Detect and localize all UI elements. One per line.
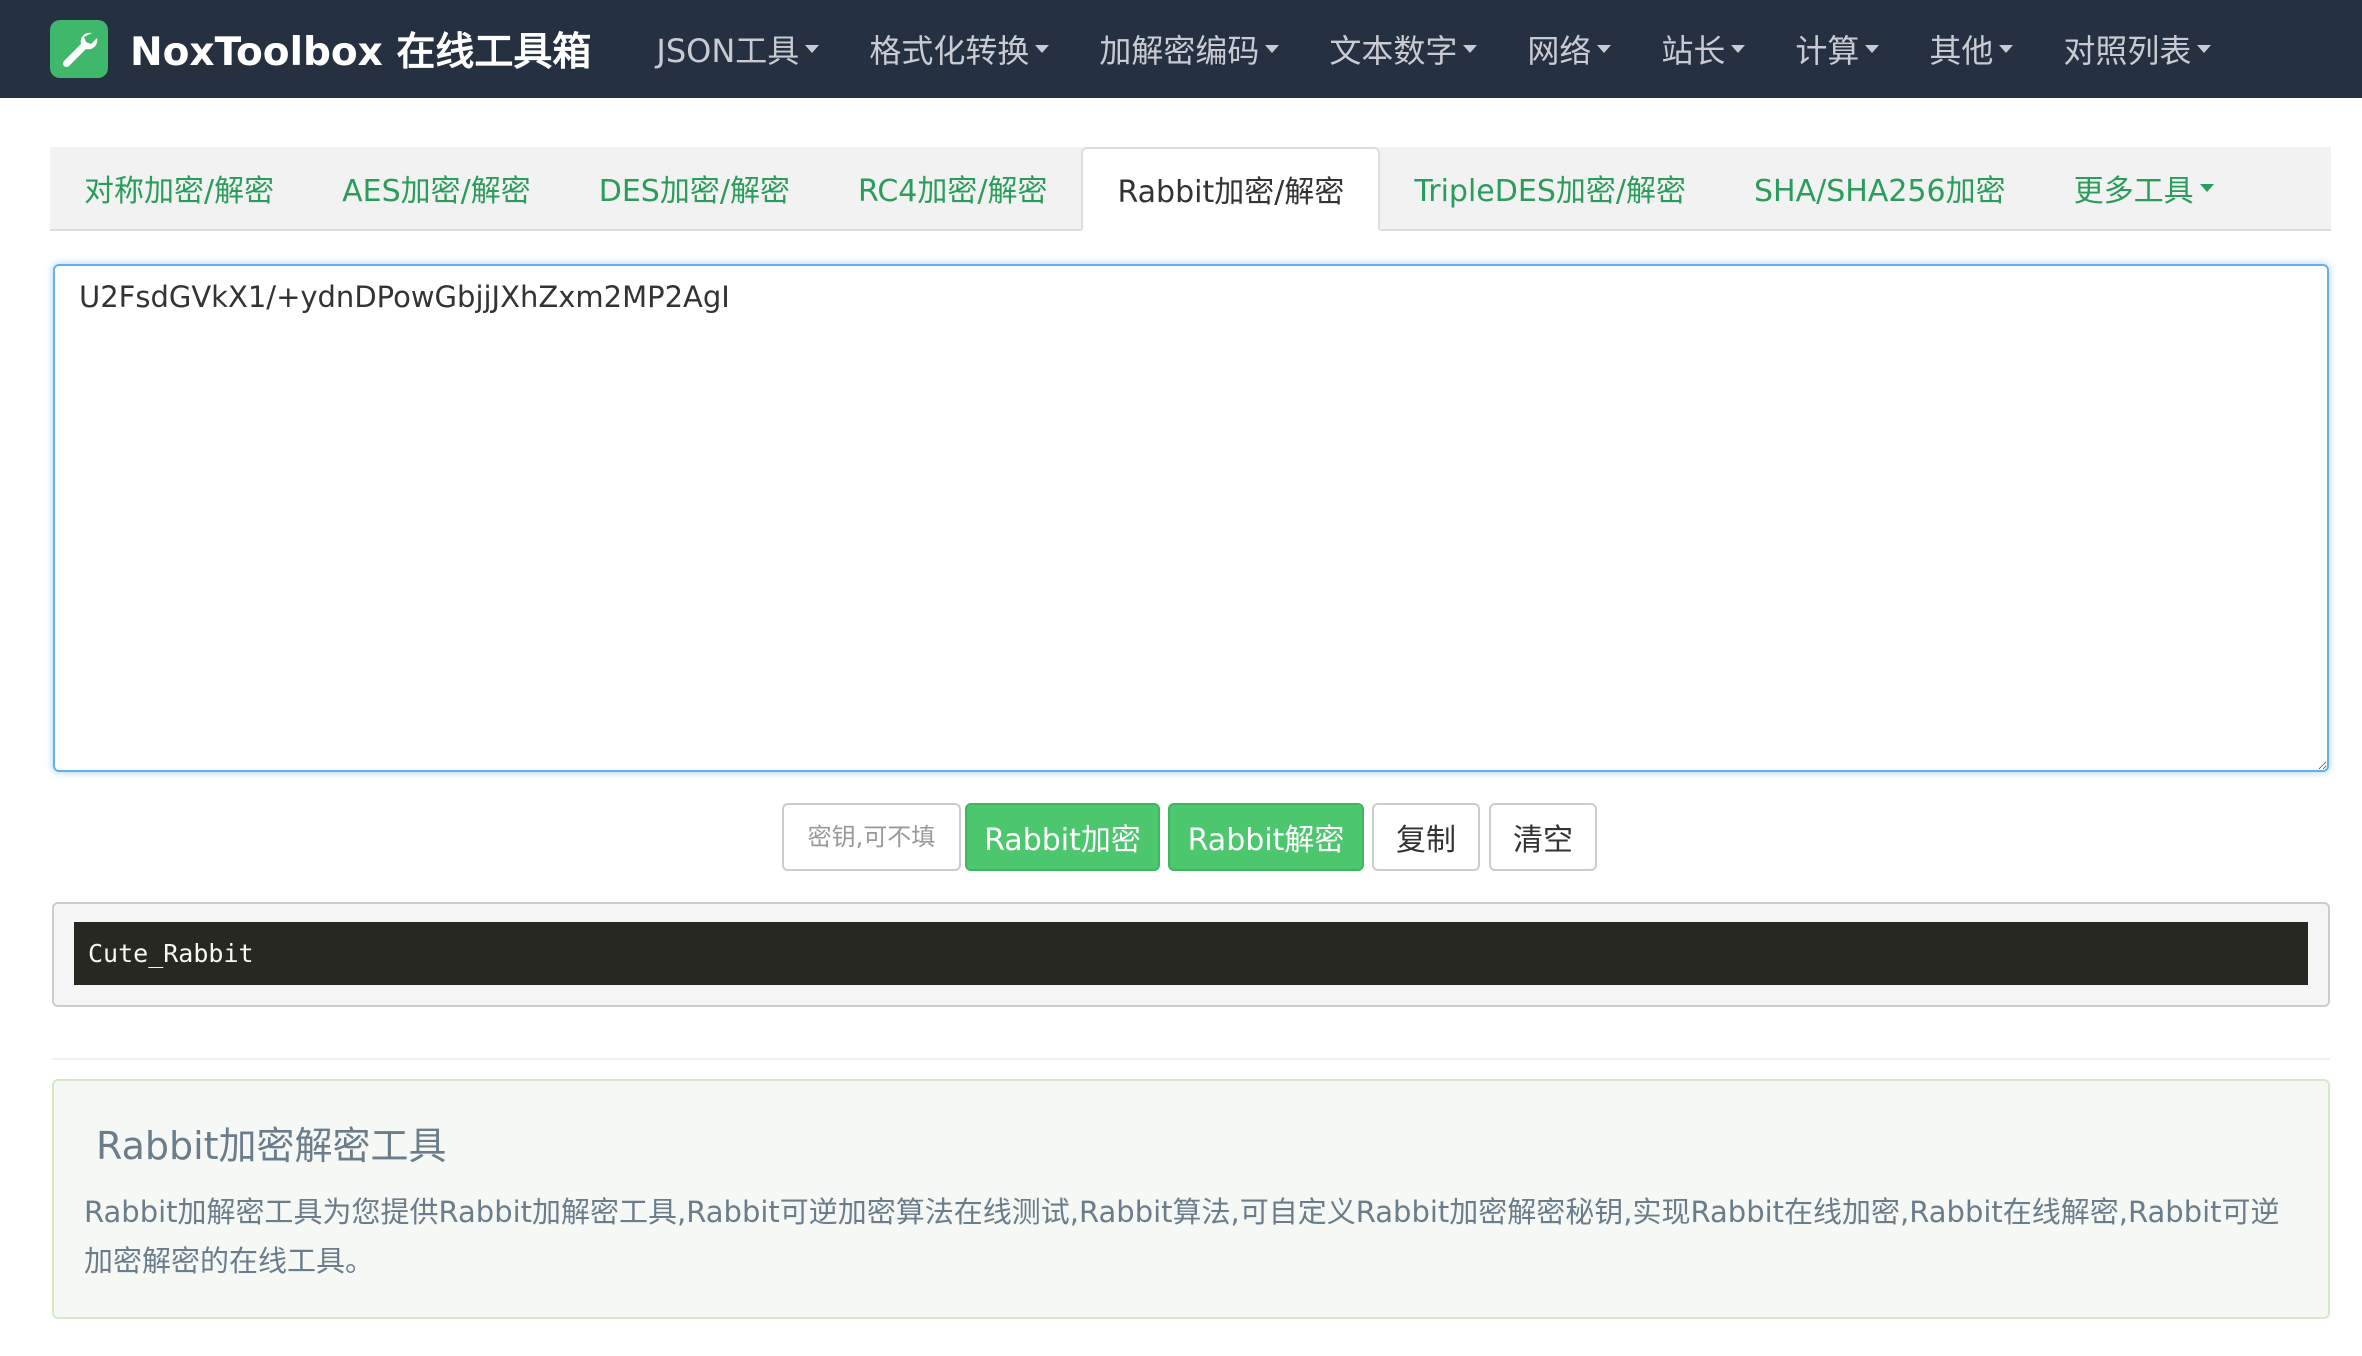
encrypt-button[interactable]: Rabbit加密 — [965, 803, 1160, 871]
brand[interactable]: NoxToolbox 在线工具箱 — [50, 0, 591, 98]
action-bar: Rabbit加密 Rabbit解密 复制 清空 — [782, 803, 1597, 871]
tab-des[interactable]: DES加密/解密 — [565, 147, 824, 229]
caret-down-icon — [805, 45, 820, 53]
nav-item-format[interactable]: 格式化转换 — [844, 0, 1074, 98]
result-output: Cute_Rabbit — [74, 922, 2308, 985]
tab-symmetric[interactable]: 对称加密/解密 — [50, 147, 308, 229]
tab-rc4[interactable]: RC4加密/解密 — [824, 147, 1082, 229]
nav-item-calc[interactable]: 计算 — [1770, 0, 1904, 98]
nav-item-crypto[interactable]: 加解密编码 — [1074, 0, 1304, 98]
input-textarea[interactable]: U2FsdGVkX1/+ydnDPowGbjjJXhZxm2MP2AgI — [53, 264, 2329, 772]
nav-label: 其他 — [1929, 32, 1994, 70]
nav-label: 对照列表 — [2063, 32, 2192, 70]
nav-label: 加解密编码 — [1099, 32, 1260, 70]
divider — [52, 1058, 2330, 1060]
nav-label: 网络 — [1527, 32, 1592, 70]
nav-item-network[interactable]: 网络 — [1502, 0, 1636, 98]
tab-aes[interactable]: AES加密/解密 — [308, 147, 565, 229]
caret-down-icon — [1731, 45, 1746, 53]
caret-down-icon — [1865, 45, 1880, 53]
info-title: Rabbit加密解密工具 — [96, 1124, 447, 1168]
caret-down-icon — [1597, 45, 1612, 53]
copy-button[interactable]: 复制 — [1372, 803, 1480, 871]
tab-more-tools[interactable]: 更多工具 — [2040, 147, 2248, 229]
caret-down-icon — [2199, 184, 2214, 192]
nav-item-reference[interactable]: 对照列表 — [2038, 0, 2236, 98]
nav-item-other[interactable]: 其他 — [1904, 0, 2038, 98]
tab-sha[interactable]: SHA/SHA256加密 — [1720, 147, 2040, 229]
tab-rabbit[interactable]: Rabbit加密/解密 — [1081, 147, 1381, 231]
caret-down-icon — [1463, 45, 1478, 53]
main-menu: JSON工具 格式化转换 加解密编码 文本数字 网络 站长 计算 其他 对照列表 — [631, 0, 2236, 98]
decrypt-button[interactable]: Rabbit解密 — [1168, 803, 1364, 871]
nav-item-text[interactable]: 文本数字 — [1304, 0, 1502, 98]
tab-label: 更多工具 — [2073, 174, 2194, 209]
caret-down-icon — [2197, 45, 2212, 53]
nav-label: 站长 — [1661, 32, 1726, 70]
wrench-icon — [50, 20, 108, 78]
caret-down-icon — [1265, 45, 1280, 53]
nav-item-json[interactable]: JSON工具 — [631, 0, 844, 98]
key-input[interactable] — [782, 803, 961, 871]
nav-label: JSON工具 — [656, 32, 800, 70]
clear-button[interactable]: 清空 — [1489, 803, 1597, 871]
brand-name: NoxToolbox 在线工具箱 — [130, 30, 592, 75]
result-panel: Cute_Rabbit — [52, 902, 2330, 1007]
nav-label: 文本数字 — [1329, 32, 1458, 70]
tool-tabs: 对称加密/解密 AES加密/解密 DES加密/解密 RC4加密/解密 Rabbi… — [50, 147, 2331, 231]
info-panel: Rabbit加密解密工具 Rabbit加解密工具为您提供Rabbit加解密工具,… — [52, 1079, 2330, 1319]
nav-label: 格式化转换 — [869, 32, 1030, 70]
info-description: Rabbit加解密工具为您提供Rabbit加解密工具,Rabbit可逆加密算法在… — [84, 1195, 2280, 1278]
caret-down-icon — [1999, 45, 2014, 53]
nav-item-webmaster[interactable]: 站长 — [1636, 0, 1770, 98]
tab-tripledes[interactable]: TripleDES加密/解密 — [1380, 147, 1720, 229]
nav-label: 计算 — [1795, 32, 1860, 70]
top-navbar: NoxToolbox 在线工具箱 JSON工具 格式化转换 加解密编码 文本数字… — [0, 0, 2362, 98]
caret-down-icon — [1035, 45, 1050, 53]
